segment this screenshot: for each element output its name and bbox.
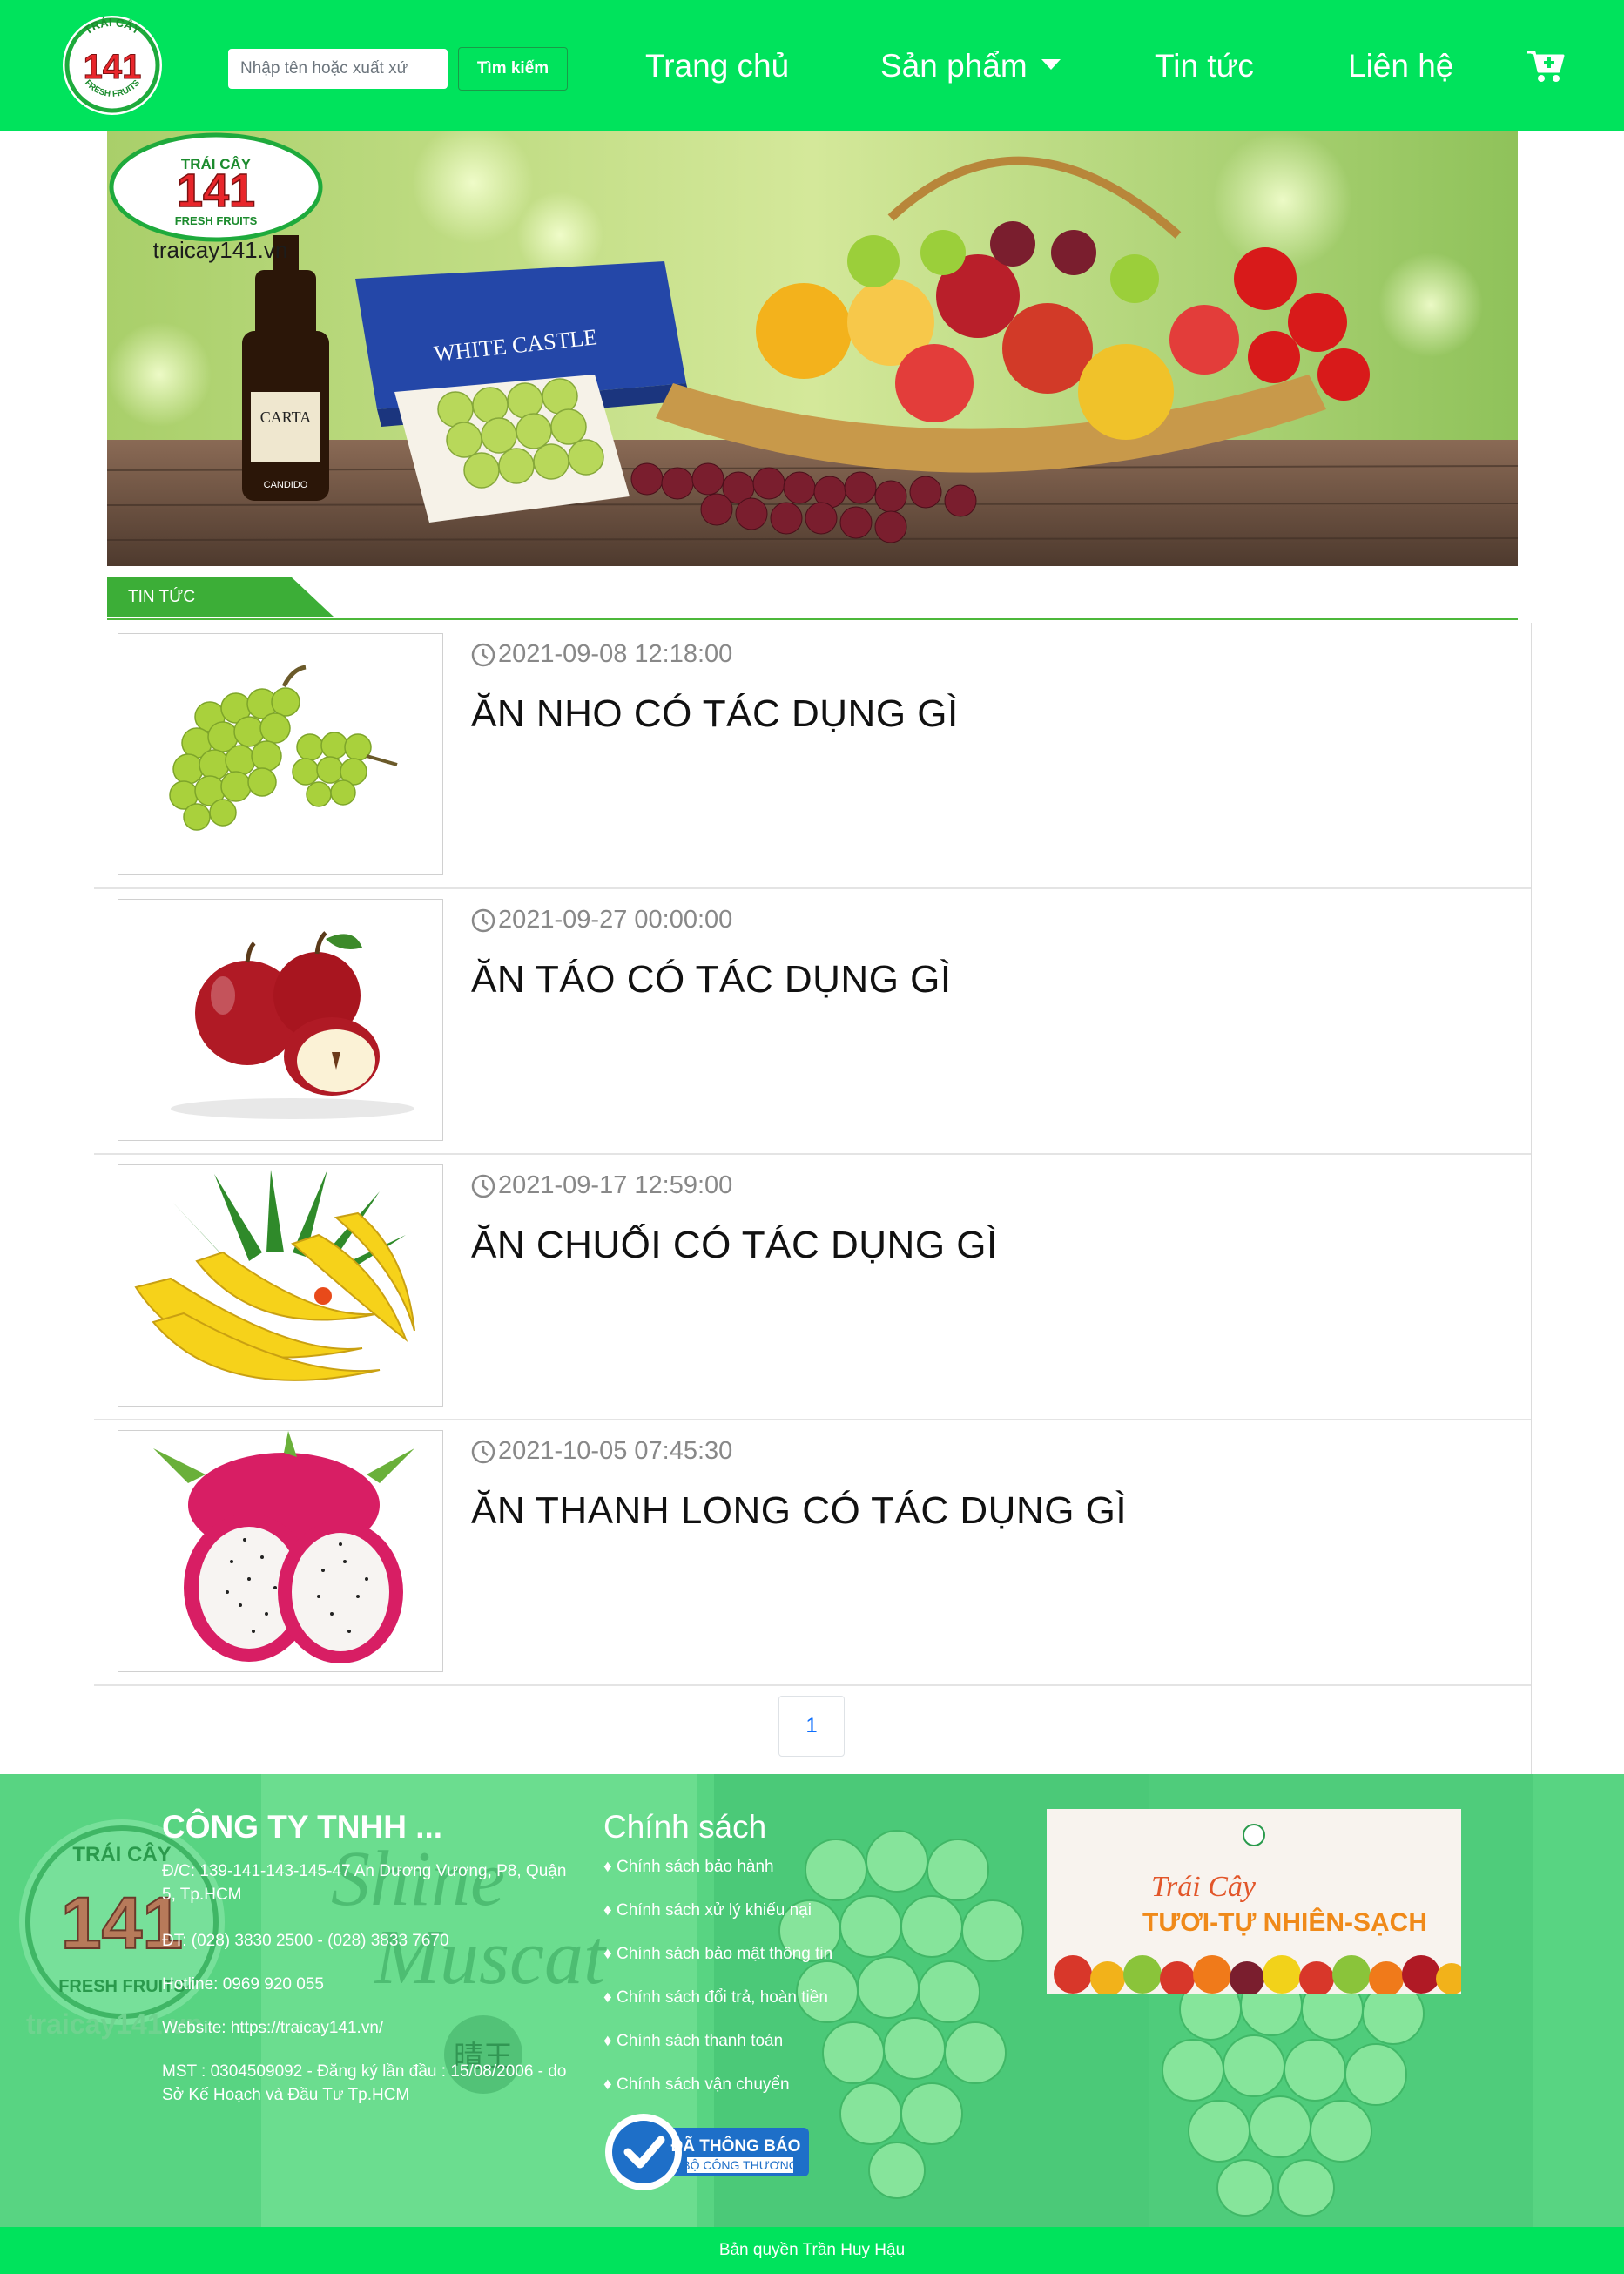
brand-logo[interactable]: TRÁI CÂY 141 FRESH FRUITS: [61, 14, 164, 117]
company-hotline: Hotline: 0969 920 055: [162, 1975, 324, 1994]
wine-brand: CANDIDO: [264, 480, 308, 490]
section-title: TIN TỨC: [107, 577, 334, 617]
news-item[interactable]: 2021-09-17 12:59:00 ĂN CHUỐI CÓ TÁC DỤNG…: [94, 1154, 1531, 1420]
news-date: 2021-09-17 12:59:00: [470, 1171, 732, 1200]
policy-privacy-link[interactable]: ♦ Chính sách bảo mật thông tin: [603, 1945, 832, 1964]
news-thumbnail-apples[interactable]: [118, 899, 443, 1141]
news-thumbnail-dragon-fruit[interactable]: [118, 1430, 443, 1672]
badge-line1: ĐÃ THÔNG BÁO: [671, 2136, 801, 2156]
news-date-text: 2021-09-08 12:18:00: [498, 640, 733, 668]
footer-logo-top: TRÁI CÂY: [72, 1842, 171, 1866]
promo-line1: Trái Cây: [1151, 1871, 1257, 1903]
hero-banner[interactable]: CARTA CANDIDO WHITE CASTLE TRÁI CÂY 141 …: [107, 131, 1518, 566]
promo-fruits-image: Trái Cây TƯƠI-TỰ NHIÊN-SẠCH: [1047, 1809, 1461, 1994]
policy-payment-link[interactable]: ♦ Chính sách thanh toán: [603, 2032, 783, 2051]
banner-site: traicay141.vn: [153, 237, 288, 263]
policy-heading: Chính sách: [603, 1809, 767, 1845]
copyright-text: Bản quyền Trần Huy Hậu: [718, 2241, 906, 2259]
nav-products-label: Sản phẩm: [880, 48, 1028, 84]
clock-icon: [471, 643, 495, 666]
news-title[interactable]: ĂN THANH LONG CÓ TÁC DỤNG GÌ: [471, 1489, 1127, 1533]
navbar: TRÁI CÂY 141 FRESH FRUITS Tìm kiếm Trang…: [0, 0, 1624, 131]
badge-line2: BỘ CÔNG THƯƠNG: [682, 2158, 798, 2172]
company-website[interactable]: Website: https://traicay141.vn/: [162, 2016, 383, 2040]
news-section-header: TIN TỨC: [107, 577, 1518, 620]
news-date-text: 2021-10-05 07:45:30: [498, 1437, 733, 1465]
nav-products-dropdown[interactable]: Sản phẩm: [880, 42, 1061, 91]
news-item[interactable]: 2021-09-27 00:00:00 ĂN TÁO CÓ TÁC DỤNG G…: [94, 888, 1531, 1155]
policy-warranty-link[interactable]: ♦ Chính sách bảo hành: [603, 1858, 774, 1877]
bg-muscat: Muscat: [373, 1914, 607, 2001]
news-title[interactable]: ĂN NHO CÓ TÁC DỤNG GÌ: [471, 692, 959, 736]
news-title[interactable]: ĂN TÁO CÓ TÁC DỤNG GÌ: [471, 958, 952, 1002]
clock-icon: [471, 1174, 495, 1198]
news-title[interactable]: ĂN CHUỐI CÓ TÁC DỤNG GÌ: [471, 1224, 998, 1267]
search-input[interactable]: [228, 49, 448, 89]
banner-logo-bottom: FRESH FRUITS: [175, 214, 258, 227]
news-thumbnail-grapes[interactable]: [118, 633, 443, 875]
clock-icon: [471, 1440, 495, 1463]
news-item[interactable]: 2021-09-08 12:18:00 ĂN NHO CÓ TÁC DỤNG G…: [94, 623, 1531, 889]
copyright-bar: Bản quyền Trần Huy Hậu: [0, 2227, 1624, 2274]
news-item[interactable]: 2021-10-05 07:45:30 ĂN THANH LONG CÓ TÁC…: [94, 1420, 1531, 1686]
promo-line2: TƯƠI-TỰ NHIÊN-SẠCH: [1142, 1907, 1427, 1937]
news-date-text: 2021-09-27 00:00:00: [498, 906, 733, 934]
news-date: 2021-09-08 12:18:00: [470, 640, 732, 669]
logo-number: 141: [84, 48, 142, 86]
apples-image: [171, 931, 414, 1119]
nav-home[interactable]: Trang chủ: [645, 42, 789, 91]
banner-logo-number: 141: [177, 165, 255, 217]
news-date: 2021-09-27 00:00:00: [470, 906, 732, 935]
promo-image[interactable]: Trái Cây TƯƠI-TỰ NHIÊN-SẠCH: [1047, 1809, 1461, 1994]
wine-label: CARTA: [260, 408, 311, 426]
footer: Shine Muscat 晴王 TRÁI CÂY 141 FRESH FRUIT…: [0, 1774, 1624, 2227]
news-thumbnail-bananas[interactable]: [118, 1164, 443, 1407]
search-button[interactable]: Tìm kiếm: [458, 47, 568, 91]
grapes-image: [169, 665, 398, 831]
policy-shipping-link[interactable]: ♦ Chính sách vận chuyển: [603, 2075, 790, 2095]
nav-contact[interactable]: Liên hệ: [1348, 42, 1453, 91]
policy-complaints-link[interactable]: ♦ Chính sách xử lý khiếu nại: [603, 1901, 812, 1920]
news-date-text: 2021-09-17 12:59:00: [498, 1171, 733, 1199]
nav-news[interactable]: Tin tức: [1155, 42, 1254, 91]
company-tax-info: MST : 0304509092 - Đăng ký lần đầu : 15/…: [162, 2062, 567, 2104]
news-list: 2021-09-08 12:18:00 ĂN NHO CÓ TÁC DỤNG G…: [94, 623, 1532, 1774]
dragon-fruit-image: [153, 1431, 414, 1671]
bananas-image: [134, 1170, 415, 1381]
chevron-down-icon: [1041, 59, 1061, 71]
registered-badge[interactable]: ĐÃ THÔNG BÁO BỘ CÔNG THƯƠNG: [603, 2112, 811, 2192]
policy-returns-link[interactable]: ♦ Chính sách đổi trả, hoàn tiền: [603, 1988, 828, 2007]
clock-icon: [471, 908, 495, 932]
company-name: CÔNG TY TNHH ...: [162, 1809, 443, 1845]
company-address: Đ/C: 139-141-143-145-47 An Dương Vương, …: [162, 1862, 567, 1904]
pagination-page-1[interactable]: 1: [778, 1696, 845, 1757]
news-date: 2021-10-05 07:45:30: [470, 1437, 732, 1466]
company-phone: ĐT: (028) 3830 2500 - (028) 3833 7670: [162, 1932, 449, 1950]
banner-image: CARTA CANDIDO WHITE CASTLE TRÁI CÂY 141 …: [107, 131, 1518, 566]
cart-plus-icon[interactable]: [1526, 45, 1566, 85]
